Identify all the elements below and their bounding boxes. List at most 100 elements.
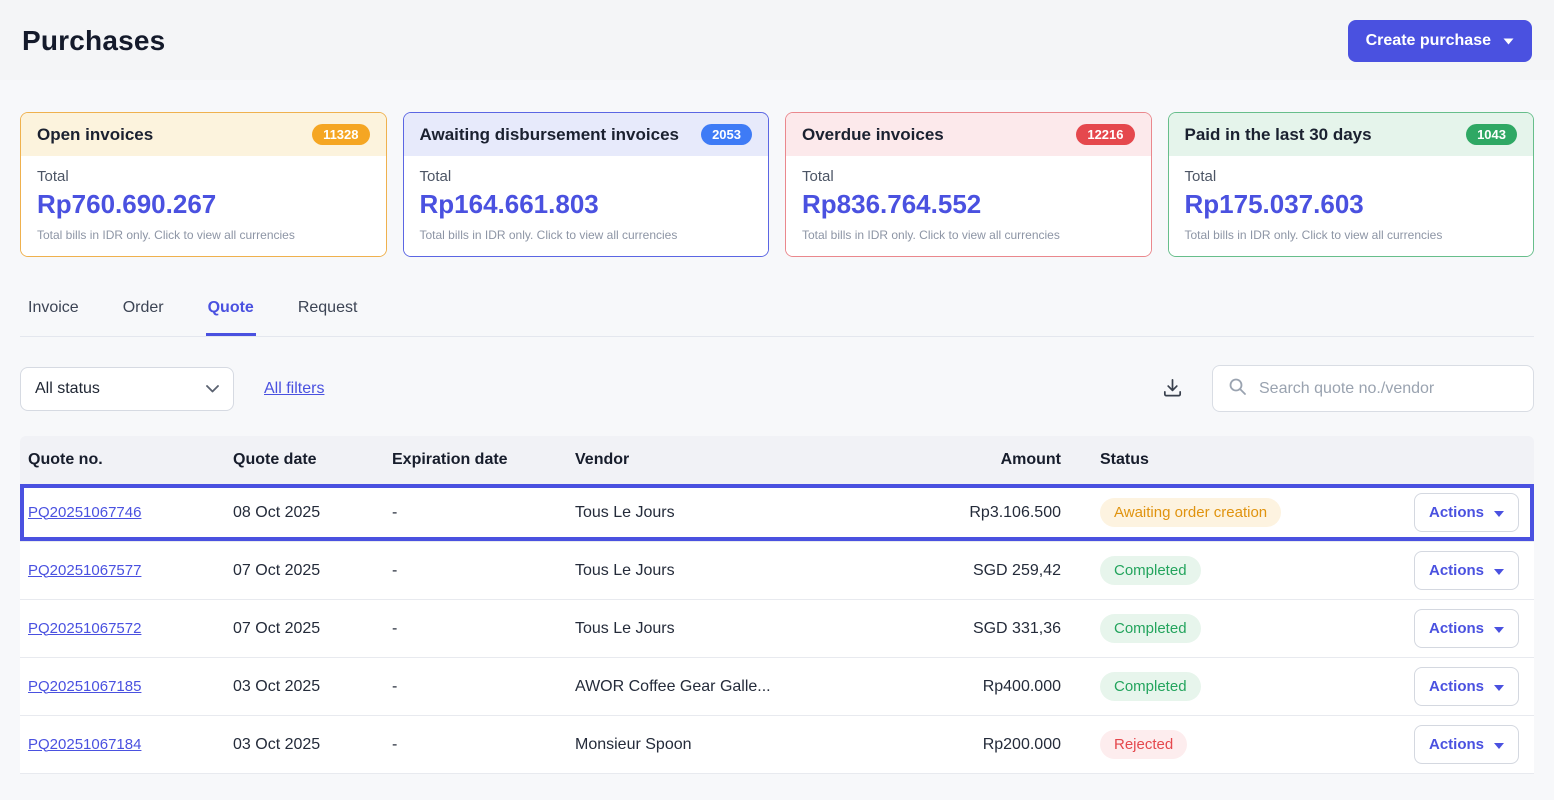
card-note: Total bills in IDR only. Click to view a…: [419, 228, 678, 242]
download-icon: [1161, 376, 1184, 402]
table-row: PQ20251067572 07 Oct 2025 - Tous Le Jour…: [20, 600, 1534, 658]
amount-cell: SGD 331,36: [972, 619, 1061, 637]
card-body: Total Rp164.661.803 Total bills in IDR o…: [403, 156, 768, 256]
quote-link[interactable]: PQ20251067184: [28, 736, 141, 753]
expiration-date-cell: -: [392, 561, 398, 579]
status-filter-value: All status: [35, 379, 100, 397]
page-title: Purchases: [22, 25, 166, 56]
vendor-cell: Monsieur Spoon: [575, 735, 692, 753]
status-filter-select[interactable]: All status: [20, 366, 234, 411]
actions-cell: Actions: [1399, 551, 1534, 590]
tab-request[interactable]: Request: [296, 291, 360, 336]
card-note: Total bills in IDR only. Click to view a…: [1184, 228, 1443, 242]
quote-no-cell: PQ20251067185: [20, 678, 225, 696]
card-count-badge: 2053: [701, 124, 752, 145]
status-badge: Rejected: [1100, 730, 1188, 759]
amount-cell: SGD 259,42: [972, 561, 1061, 579]
card-body: Total Rp836.764.552 Total bills in IDR o…: [786, 156, 1151, 256]
expiration-date-cell: -: [392, 735, 398, 753]
header-amount: Amount: [1000, 451, 1061, 468]
chevron-down-icon: [1503, 32, 1514, 50]
card-note: Total bills in IDR only. Click to view a…: [802, 228, 1060, 242]
chevron-down-icon: [1494, 562, 1504, 579]
table-row: PQ20251067746 08 Oct 2025 - Tous Le Jour…: [20, 484, 1534, 542]
card-body: Total Rp760.690.267 Total bills in IDR o…: [21, 156, 386, 256]
quote-link[interactable]: PQ20251067746: [28, 504, 141, 521]
create-purchase-label: Create purchase: [1365, 32, 1491, 49]
quote-date-cell: 03 Oct 2025: [233, 735, 321, 753]
quote-no-cell: PQ20251067572: [20, 620, 225, 638]
actions-button[interactable]: Actions: [1413, 667, 1519, 706]
card-paid-last-30-days[interactable]: Paid in the last 30 days 1043 Total Rp17…: [1167, 112, 1534, 257]
actions-button[interactable]: Actions: [1413, 609, 1519, 648]
quote-link[interactable]: PQ20251067572: [28, 620, 141, 637]
download-button[interactable]: [1155, 370, 1190, 408]
card-count-badge: 1043: [1466, 124, 1517, 145]
search-input[interactable]: [1257, 378, 1519, 399]
table-row: PQ20251067184 03 Oct 2025 - Monsieur Spo…: [20, 716, 1534, 774]
quote-date-cell: 08 Oct 2025: [233, 503, 321, 521]
actions-button[interactable]: Actions: [1413, 551, 1519, 590]
status-badge: Completed: [1100, 556, 1201, 585]
quote-date-cell: 03 Oct 2025: [233, 677, 321, 695]
card-open-invoices[interactable]: Open invoices 11328 Total Rp760.690.267 …: [20, 112, 387, 257]
card-count-badge: 12216: [1076, 124, 1135, 145]
status-badge: Awaiting order creation: [1100, 498, 1282, 527]
card-awaiting-disbursement-invoices[interactable]: Awaiting disbursement invoices 2053 Tota…: [402, 112, 769, 257]
search-icon: [1227, 376, 1247, 401]
create-purchase-button[interactable]: Create purchase: [1347, 20, 1532, 62]
card-title: Open invoices: [37, 124, 154, 144]
all-filters-link[interactable]: All filters: [264, 380, 324, 398]
chevron-down-icon: [1494, 620, 1504, 637]
quote-link[interactable]: PQ20251067185: [28, 678, 141, 695]
actions-label: Actions: [1428, 504, 1484, 521]
expiration-date-cell: -: [392, 503, 398, 521]
card-amount: Rp836.764.552: [802, 189, 982, 219]
card-header: Paid in the last 30 days 1043: [1168, 113, 1533, 156]
expiration-date-cell: -: [392, 619, 398, 637]
header-quote-no: Quote no.: [28, 451, 103, 468]
actions-label: Actions: [1428, 562, 1484, 579]
card-header: Awaiting disbursement invoices 2053: [403, 113, 768, 156]
amount-cell: Rp3.106.500: [969, 503, 1061, 521]
status-cell: Completed: [1069, 556, 1399, 585]
header-quote-date: Quote date: [233, 451, 317, 468]
expiration-date-cell: -: [392, 677, 398, 695]
vendor-cell: AWOR Coffee Gear Galle...: [575, 677, 771, 695]
card-title: Paid in the last 30 days: [1184, 124, 1372, 144]
card-total-label: Total: [1184, 168, 1217, 185]
quote-no-cell: PQ20251067184: [20, 736, 225, 754]
card-amount: Rp760.690.267: [37, 189, 217, 219]
tab-order[interactable]: Order: [121, 291, 166, 336]
header-vendor: Vendor: [575, 451, 630, 468]
header-expiration-date: Expiration date: [392, 451, 508, 468]
chevron-down-icon: [1494, 504, 1504, 521]
table-row: PQ20251067577 07 Oct 2025 - Tous Le Jour…: [20, 542, 1534, 600]
card-amount: Rp175.037.603: [1184, 189, 1364, 219]
actions-cell: Actions: [1399, 667, 1534, 706]
quotes-table: Quote no. Quote date Expiration date Ven…: [20, 436, 1534, 774]
actions-cell: Actions: [1399, 609, 1534, 648]
amount-cell: Rp200.000: [982, 735, 1061, 753]
table-row: PQ20251067185 03 Oct 2025 - AWOR Coffee …: [20, 658, 1534, 716]
quote-date-cell: 07 Oct 2025: [233, 561, 321, 579]
card-amount: Rp164.661.803: [419, 189, 599, 219]
tab-invoice[interactable]: Invoice: [26, 291, 81, 336]
card-title: Awaiting disbursement invoices: [419, 124, 679, 144]
card-overdue-invoices[interactable]: Overdue invoices 12216 Total Rp836.764.5…: [785, 112, 1152, 257]
quote-no-cell: PQ20251067577: [20, 562, 225, 580]
actions-cell: Actions: [1399, 493, 1534, 532]
quote-link[interactable]: PQ20251067577: [28, 562, 141, 579]
status-badge: Completed: [1100, 614, 1201, 643]
card-body: Total Rp175.037.603 Total bills in IDR o…: [1168, 156, 1533, 256]
card-total-label: Total: [419, 168, 452, 185]
tab-quote[interactable]: Quote: [205, 291, 256, 336]
chevron-down-icon: [1494, 678, 1504, 695]
card-count-badge: 11328: [312, 124, 370, 145]
vendor-cell: Tous Le Jours: [575, 619, 675, 637]
actions-cell: Actions: [1399, 725, 1534, 764]
actions-button[interactable]: Actions: [1413, 493, 1519, 532]
actions-button[interactable]: Actions: [1413, 725, 1519, 764]
actions-label: Actions: [1428, 620, 1484, 637]
vendor-cell: Tous Le Jours: [575, 561, 675, 579]
